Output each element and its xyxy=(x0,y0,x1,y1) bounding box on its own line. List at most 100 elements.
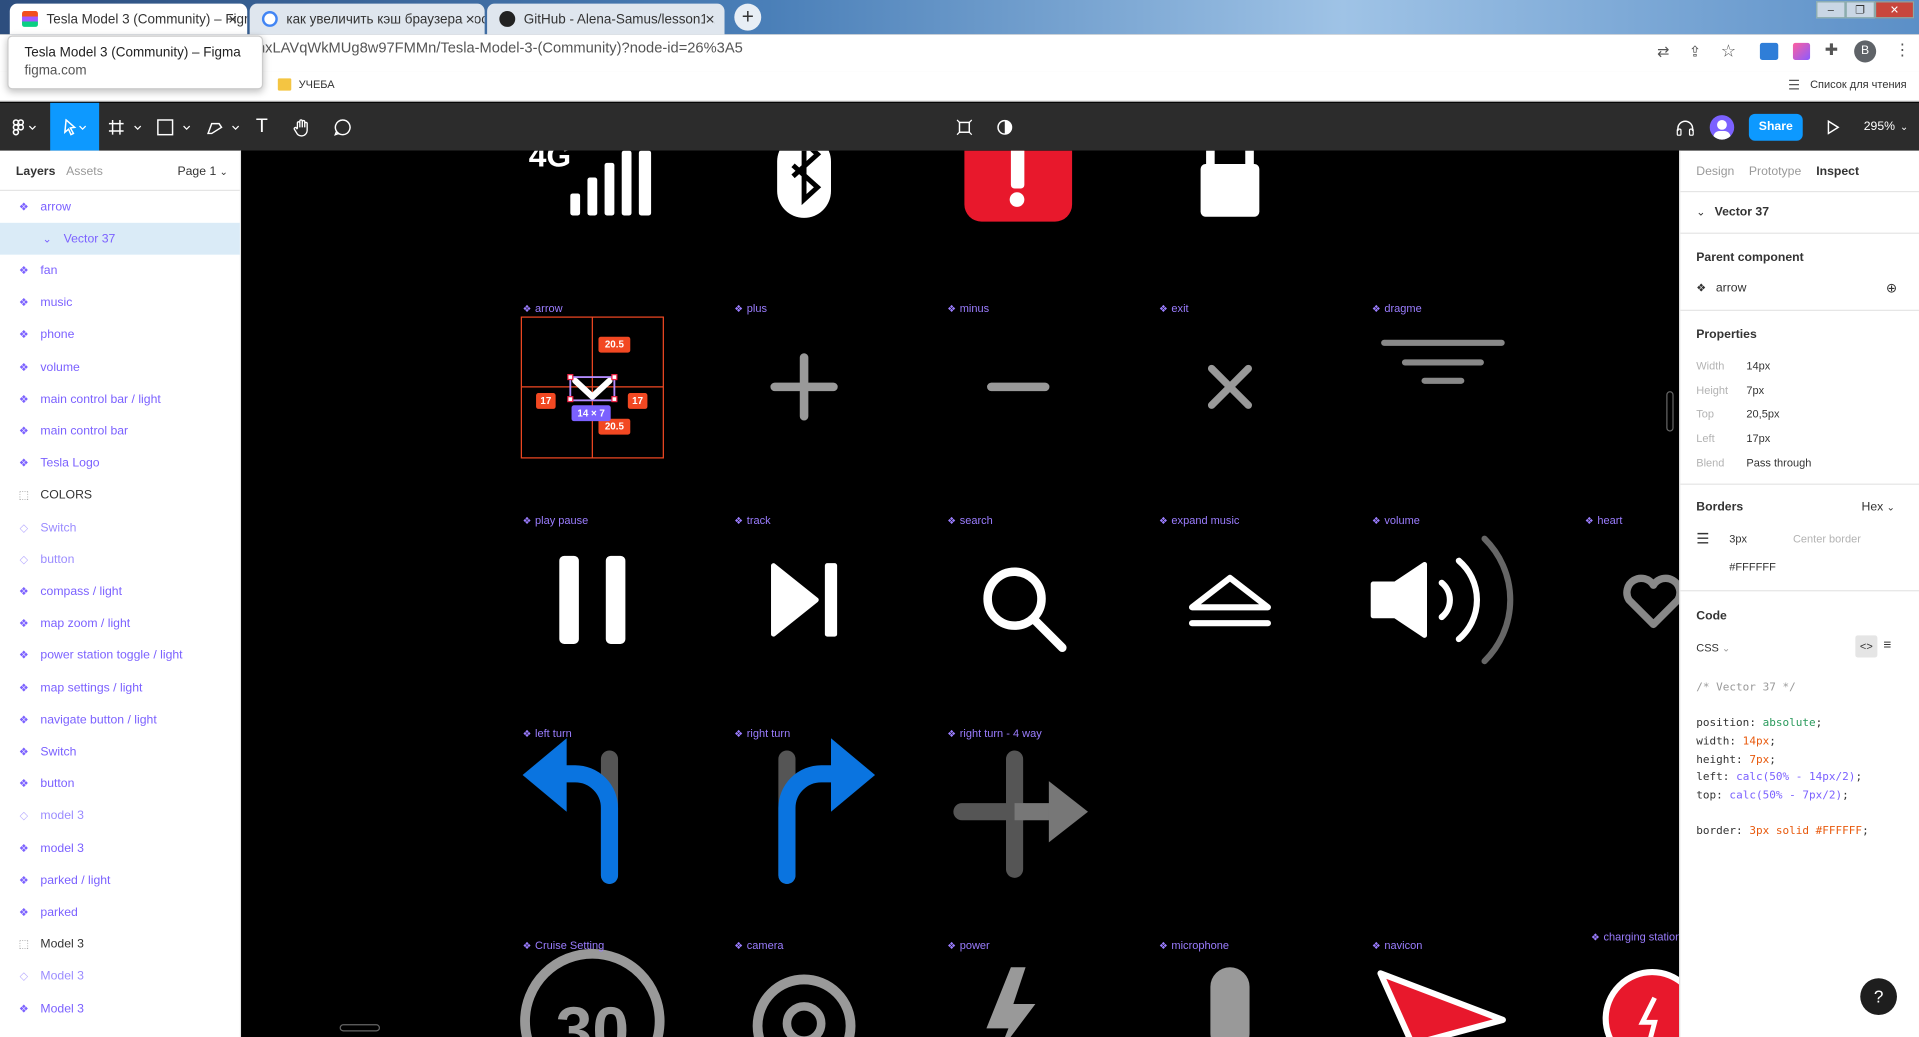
layer-row[interactable]: ◇ Switch xyxy=(0,512,240,544)
new-tab-button[interactable]: + xyxy=(734,3,762,31)
components-icon[interactable] xyxy=(952,103,976,151)
shape-tool-icon[interactable] xyxy=(153,103,197,151)
chevron-down-icon[interactable]: ⌄ xyxy=(1696,206,1705,219)
property-value[interactable]: 14px xyxy=(1746,360,1770,372)
audio-headphones-icon[interactable] xyxy=(1672,103,1699,151)
layer-row[interactable]: ◇ model 3 xyxy=(0,800,240,832)
close-window-button[interactable]: ✕ xyxy=(1874,1,1915,19)
layer-row[interactable]: ◇ button xyxy=(0,544,240,576)
frame-label[interactable]: arrow xyxy=(523,302,563,314)
frame-label[interactable]: minus xyxy=(947,302,989,314)
comment-tool-icon[interactable] xyxy=(330,103,354,151)
layer-row[interactable]: ❖ compass / light xyxy=(0,576,240,608)
frame-label[interactable]: Cruise Setting xyxy=(523,939,604,951)
tab-figma[interactable]: Tesla Model 3 (Community) – Figma × xyxy=(9,3,248,35)
figma-main-menu-icon[interactable] xyxy=(0,103,49,151)
layer-row[interactable]: ❖ volume xyxy=(0,351,240,383)
page-selector[interactable]: Page 1 ⌄ xyxy=(177,165,227,178)
tab-prototype[interactable]: Prototype xyxy=(1749,165,1801,178)
translate-icon[interactable]: ⇄ xyxy=(1657,43,1669,60)
frame-label[interactable]: play pause xyxy=(523,514,588,526)
frame-label[interactable]: left turn xyxy=(523,727,572,739)
text-tool-icon[interactable]: T xyxy=(250,103,274,151)
property-value[interactable]: 17px xyxy=(1746,432,1770,444)
frame-label[interactable]: heart xyxy=(1585,514,1622,526)
frame-label[interactable]: volume xyxy=(1372,514,1420,526)
extension-icon[interactable] xyxy=(1792,42,1811,60)
maximize-button[interactable]: ❐ xyxy=(1845,1,1875,19)
frame-label[interactable]: microphone xyxy=(1159,939,1229,951)
layer-row[interactable]: ⬚ COLORS xyxy=(0,480,240,512)
extensions-puzzle-icon[interactable]: ✚ xyxy=(1825,40,1838,60)
frame-label[interactable]: right turn xyxy=(734,727,790,739)
close-tab-icon[interactable]: × xyxy=(228,10,237,28)
layer-row[interactable]: ❖ Switch xyxy=(0,736,240,768)
frame-label[interactable]: power xyxy=(947,939,990,951)
layer-row[interactable]: ❖ Model 3 xyxy=(0,993,240,1025)
close-tab-icon[interactable]: × xyxy=(465,9,475,29)
tab-layers[interactable]: Layers xyxy=(16,165,55,178)
layer-row[interactable]: ❖ power station toggle / light xyxy=(0,640,240,672)
move-tool-icon[interactable] xyxy=(50,102,100,151)
go-to-component-icon[interactable]: ⊕ xyxy=(1886,280,1897,297)
layer-row[interactable]: ❖ music xyxy=(0,287,240,319)
layer-row[interactable]: ❖ fan xyxy=(0,255,240,287)
layer-row[interactable]: ❖ parked xyxy=(0,897,240,929)
frame-label[interactable]: camera xyxy=(734,939,784,951)
present-play-icon[interactable] xyxy=(1821,103,1845,151)
user-avatar[interactable] xyxy=(1708,103,1735,151)
property-value[interactable]: Pass through xyxy=(1746,456,1811,468)
list-view-icon[interactable]: ≡ xyxy=(1884,638,1892,653)
layer-row[interactable]: ❖ map zoom / light xyxy=(0,608,240,640)
layer-row[interactable]: ❖ Tesla Logo xyxy=(0,448,240,480)
code-view-icon[interactable]: <> xyxy=(1855,635,1878,658)
minimize-button[interactable]: – xyxy=(1816,1,1846,19)
share-page-icon[interactable]: ⇪ xyxy=(1689,43,1701,60)
pen-tool-icon[interactable] xyxy=(202,103,246,151)
browser-menu-icon[interactable]: ⋮ xyxy=(1895,40,1911,60)
layer-row[interactable]: ❖ main control bar xyxy=(0,416,240,448)
layer-row[interactable]: ❖ main control bar / light xyxy=(0,383,240,415)
tab-inspect[interactable]: Inspect xyxy=(1816,165,1859,178)
frame-label[interactable]: navicon xyxy=(1372,939,1422,951)
frame-label[interactable]: dragme xyxy=(1372,302,1421,314)
layer-row[interactable]: ❖ phone xyxy=(0,319,240,351)
extension-icon[interactable] xyxy=(1759,42,1779,60)
frame-label[interactable]: right turn - 4 way xyxy=(947,727,1042,739)
frame-label[interactable]: track xyxy=(734,514,771,526)
bookmark-folder[interactable]: УЧЕБА xyxy=(299,78,335,90)
layer-row[interactable]: ⌄ Vector 37 xyxy=(0,223,240,255)
parent-component-name[interactable]: arrow xyxy=(1716,282,1747,295)
zoom-dropdown[interactable]: 295% ⌄ xyxy=(1858,103,1914,151)
frame-tool-icon[interactable] xyxy=(104,103,148,151)
layer-row[interactable]: ◇ Model 3 xyxy=(0,961,240,993)
contrast-icon[interactable] xyxy=(993,103,1017,151)
tab-github[interactable]: GitHub - Alena-Samus/lesson12 × xyxy=(487,3,725,35)
layer-row[interactable]: ❖ button xyxy=(0,768,240,800)
frame-label[interactable]: expand music xyxy=(1159,514,1239,526)
bookmark-star-icon[interactable]: ☆ xyxy=(1721,40,1736,61)
frame-label[interactable]: charging station xyxy=(1591,930,1679,942)
layer-row[interactable]: ❖ map settings / light xyxy=(0,672,240,704)
layer-row[interactable]: ❖ model 3 xyxy=(0,833,240,865)
layer-row[interactable]: ❖ parked / light xyxy=(0,865,240,897)
tab-google[interactable]: как увеличить кэш браузера goog × xyxy=(249,3,485,35)
address-bar[interactable]: hxLAVqWkMUg8w97FMMn/Tesla-Model-3-(Commu… xyxy=(257,39,743,56)
frame-label[interactable]: exit xyxy=(1159,302,1188,314)
canvas[interactable]: 4G 30 20.5 20.5 17 17 14 × 7 ❖ arrow ❖ p… xyxy=(241,150,1680,1037)
frame-label[interactable]: search xyxy=(947,514,993,526)
frame-label[interactable]: plus xyxy=(734,302,767,314)
help-button[interactable]: ? xyxy=(1860,978,1897,1015)
tab-design[interactable]: Design xyxy=(1696,165,1734,178)
hand-tool-icon[interactable] xyxy=(289,103,316,151)
layer-row[interactable]: ⬚ Model 3 xyxy=(0,929,240,961)
code-language-dropdown[interactable]: CSS ⌄ xyxy=(1696,642,1730,654)
property-value[interactable]: 20,5px xyxy=(1746,408,1779,420)
property-value[interactable]: 7px xyxy=(1746,384,1764,396)
share-button[interactable]: Share xyxy=(1748,113,1803,141)
color-format-dropdown[interactable]: Hex ⌄ xyxy=(1861,501,1894,514)
layer-row[interactable]: ❖ arrow xyxy=(0,191,240,223)
profile-avatar[interactable]: B xyxy=(1854,40,1877,63)
close-tab-icon[interactable]: × xyxy=(705,9,715,29)
border-color[interactable]: #FFFFFF xyxy=(1729,561,1776,573)
